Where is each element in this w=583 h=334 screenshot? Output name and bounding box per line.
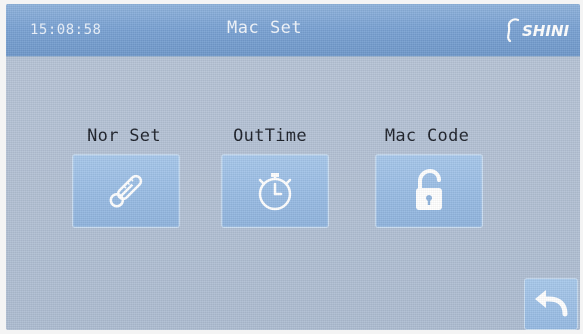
mac-code-label: Mac Code: [384, 126, 470, 146]
hmi-screen: 15:08:58 Mac Set SHINI Nor Set OutTime M…: [6, 4, 580, 330]
header-bar: 15:08:58 Mac Set SHINI: [6, 4, 580, 57]
back-button[interactable]: [524, 278, 578, 330]
stopwatch-icon: [258, 173, 292, 211]
svg-text:SHINI: SHINI: [522, 22, 569, 40]
return-arrow-icon: [535, 290, 568, 317]
mac-code-button[interactable]: [375, 154, 483, 228]
shini-logo: SHINI: [507, 18, 569, 43]
unlock-icon: [416, 168, 442, 210]
outtime-button[interactable]: [221, 154, 329, 228]
thermometer-icon: [109, 174, 143, 208]
page-title: Mac Set: [227, 18, 303, 38]
nor-set-button[interactable]: [72, 154, 180, 228]
clock-display: 15:08:58: [30, 22, 102, 38]
nor-set-label: Nor Set: [87, 126, 161, 146]
outtime-label: OutTime: [233, 126, 307, 146]
